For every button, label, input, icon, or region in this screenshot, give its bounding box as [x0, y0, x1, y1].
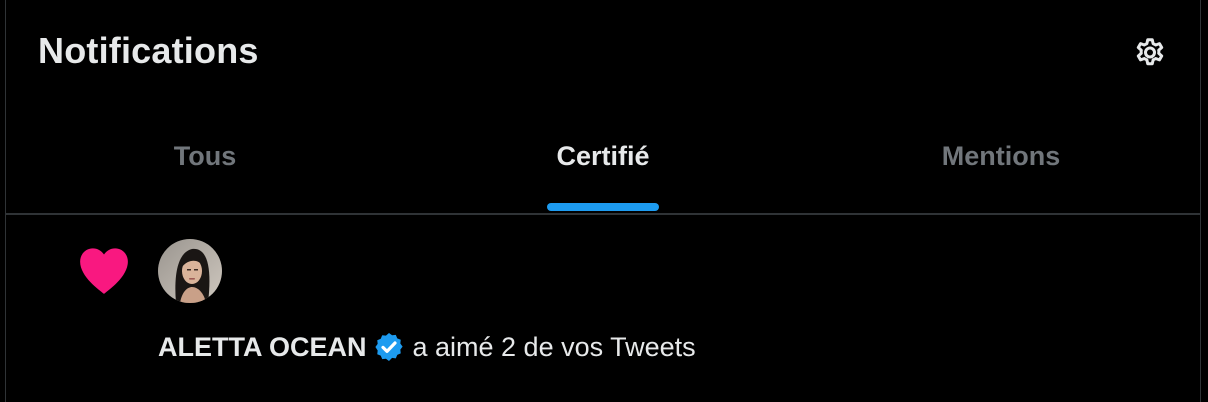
tab-tous[interactable]: Tous: [6, 106, 404, 213]
notification-item[interactable]: ALETTA OCEAN a aimé 2 de vos Tweets: [6, 215, 1200, 402]
notification-tabs: Tous Certifié Mentions: [6, 106, 1200, 215]
active-tab-indicator: [547, 203, 659, 211]
heart-icon: [80, 248, 128, 294]
action-text: a aimé 2 de vos Tweets: [412, 331, 696, 362]
tab-label: Mentions: [941, 141, 1061, 171]
notifications-header: Notifications: [6, 0, 1200, 106]
notification-text: ALETTA OCEAN a aimé 2 de vos Tweets: [158, 331, 696, 363]
tab-certifie[interactable]: Certifié: [404, 106, 802, 213]
user-name[interactable]: ALETTA OCEAN: [158, 332, 367, 363]
notifications-panel: Notifications Tous Certifié Mentions ALE…: [5, 0, 1201, 402]
tab-mentions[interactable]: Mentions: [802, 106, 1200, 213]
avatar-image: [158, 239, 222, 303]
page-title: Notifications: [38, 30, 259, 71]
tab-label: Tous: [173, 141, 237, 171]
gear-icon: [1136, 38, 1164, 66]
avatar[interactable]: [158, 239, 222, 303]
settings-button[interactable]: [1130, 34, 1170, 74]
tab-label: Certifié: [556, 141, 650, 171]
verified-badge-icon: [374, 333, 403, 361]
